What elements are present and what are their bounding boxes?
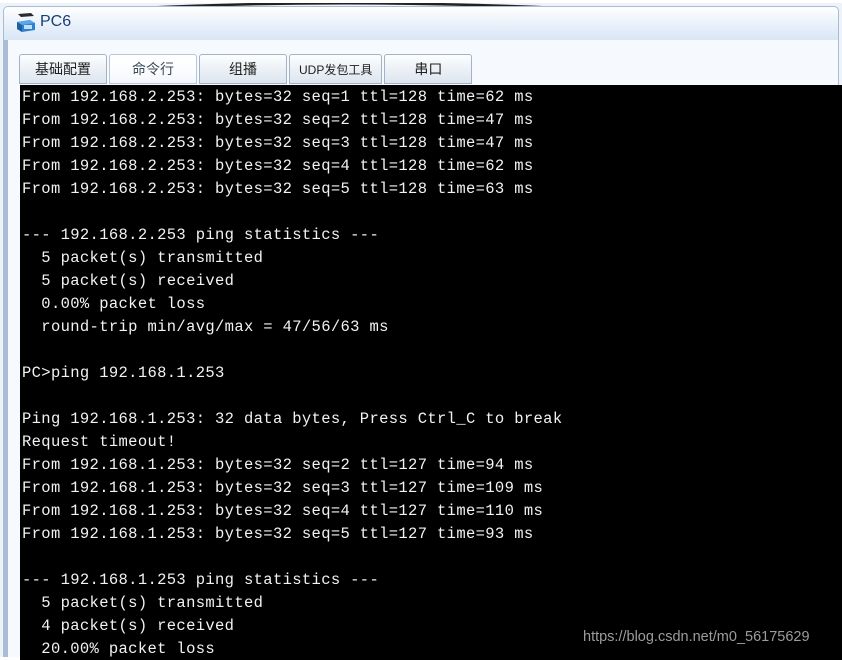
pc-terminal-icon — [15, 12, 37, 36]
command-line-terminal[interactable]: From 192.168.2.253: bytes=32 seq=1 ttl=1… — [20, 85, 842, 660]
terminal-line: From 192.168.1.253: bytes=32 seq=4 ttl=1… — [22, 502, 544, 520]
terminal-line: From 192.168.2.253: bytes=32 seq=4 ttl=1… — [22, 157, 534, 175]
terminal-line: 5 packet(s) transmitted — [22, 594, 264, 612]
window-title: PC6 — [40, 13, 72, 30]
terminal-line: --- 192.168.2.253 ping statistics --- — [22, 226, 380, 244]
terminal-line: 5 packet(s) received — [22, 272, 235, 290]
terminal-line: Request timeout! — [22, 433, 177, 451]
tab-strip: 基础配置 命令行 组播 UDP发包工具 串口 — [19, 46, 473, 84]
terminal-line: PC>ping 192.168.1.253 — [22, 364, 225, 382]
window-titlebar[interactable]: PC6 — [3, 6, 839, 40]
device-window: PC6 基础配置 命令行 组播 UDP发包工具 串口 From 192.168.2.25… — [0, 3, 842, 660]
terminal-line: From 192.168.2.253: bytes=32 seq=5 ttl=1… — [22, 180, 534, 198]
terminal-line: From 192.168.1.253: bytes=32 seq=5 ttl=1… — [22, 525, 534, 543]
terminal-line: 0.00% packet loss — [22, 295, 206, 313]
terminal-line: Ping 192.168.1.253: 32 data bytes, Press… — [22, 410, 563, 428]
tab-label: 组播 — [229, 61, 257, 77]
terminal-line: 5 packet(s) transmitted — [22, 249, 264, 267]
terminal-line: From 192.168.1.253: bytes=32 seq=3 ttl=1… — [22, 479, 544, 497]
terminal-line: --- 192.168.1.253 ping statistics --- — [22, 571, 380, 589]
tab-0[interactable]: 基础配置 — [19, 54, 107, 84]
terminal-line: 4 packet(s) received — [22, 617, 235, 635]
terminal-line: round-trip min/avg/max = 47/56/63 ms — [22, 318, 389, 336]
tab-label: 串口 — [414, 61, 443, 77]
tab-4[interactable]: 串口 — [384, 54, 473, 84]
tab-label: UDP发包工具 — [299, 62, 373, 77]
tab-3[interactable]: UDP发包工具 — [289, 54, 383, 84]
tab-label: 基础配置 — [35, 61, 91, 77]
terminal-line: From 192.168.2.253: bytes=32 seq=2 ttl=1… — [22, 111, 534, 129]
tab-label: 命令行 — [132, 61, 174, 77]
terminal-output: From 192.168.2.253: bytes=32 seq=1 ttl=1… — [22, 86, 840, 660]
terminal-line: From 192.168.1.253: bytes=32 seq=2 ttl=1… — [22, 456, 534, 474]
tab-1[interactable]: 命令行 — [109, 54, 197, 84]
terminal-line: From 192.168.2.253: bytes=32 seq=3 ttl=1… — [22, 134, 534, 152]
terminal-line: From 192.168.2.253: bytes=32 seq=1 ttl=1… — [22, 88, 534, 106]
tab-2[interactable]: 组播 — [199, 54, 287, 84]
